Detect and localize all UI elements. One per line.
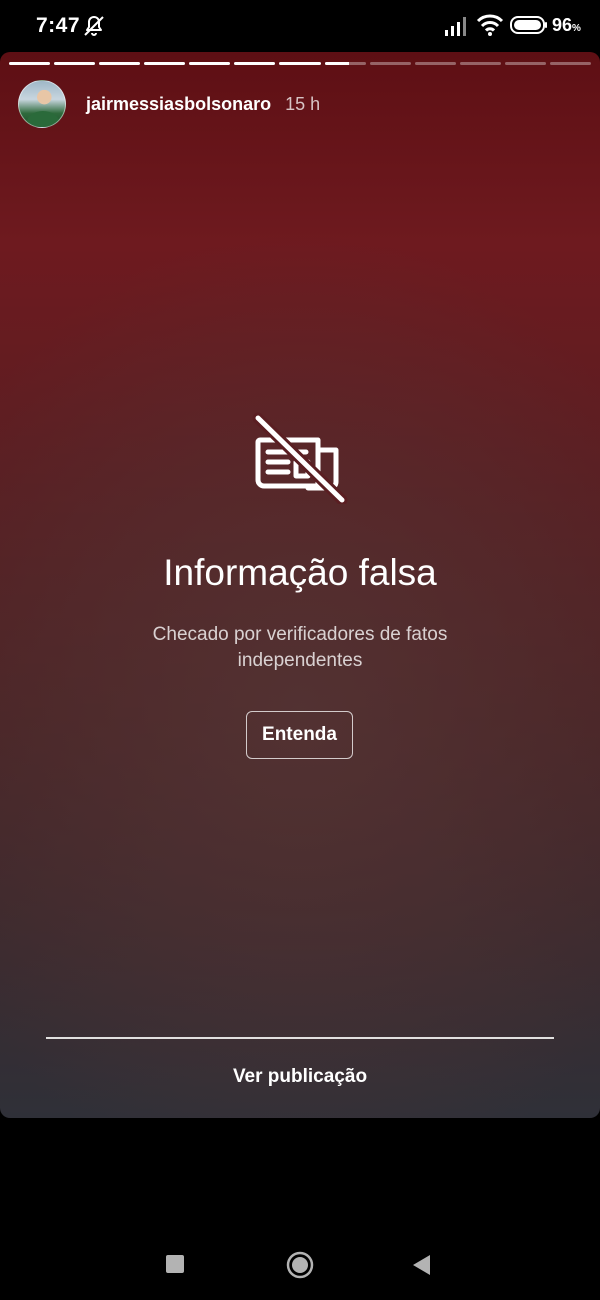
wifi-icon [476,14,504,36]
divider [46,1037,554,1039]
story-progress-segment [369,62,411,65]
bell-off-icon [84,16,104,36]
battery-level: 96% [552,15,581,35]
home-circle-icon[interactable] [286,1251,314,1279]
system-nav-bar [0,1232,600,1296]
avatar[interactable] [18,80,66,128]
battery-icon [510,16,547,34]
status-bar: 7:47 96% [0,0,600,52]
story-viewer[interactable]: jairmessiasbolsonaro 15 h Informação fal… [0,52,600,1118]
story-progress-segment [504,62,546,65]
story-progress-segment [549,62,592,65]
story-progress-segment [99,62,141,65]
entenda-button[interactable]: Entenda [246,711,353,759]
story-progress-segment [234,62,276,65]
view-post-button[interactable]: Ver publicação [0,1066,600,1088]
story-header: jairmessiasbolsonaro 15 h [18,80,320,128]
back-triangle-icon[interactable] [412,1254,432,1276]
story-progress-segment [189,62,231,65]
story-username[interactable]: jairmessiasbolsonaro [86,94,271,115]
story-progress-segment [324,62,366,65]
story-progress-segment [54,62,96,65]
newspaper-crossed-icon [252,412,348,504]
signal-icon [445,17,466,36]
story-progress-segment [9,62,51,65]
recents-square-icon[interactable] [166,1255,184,1273]
false-info-subtitle: Checado por verificadores de fatos indep… [152,624,448,671]
story-progress-bar [9,62,592,65]
story-time-ago: 15 h [285,93,321,114]
story-progress-segment [414,62,456,65]
story-progress-segment [279,62,321,65]
status-time: 7:47 [36,14,81,37]
story-progress-segment [144,62,186,65]
story-progress-segment [459,62,501,65]
false-info-title: Informação falsa [163,552,437,593]
